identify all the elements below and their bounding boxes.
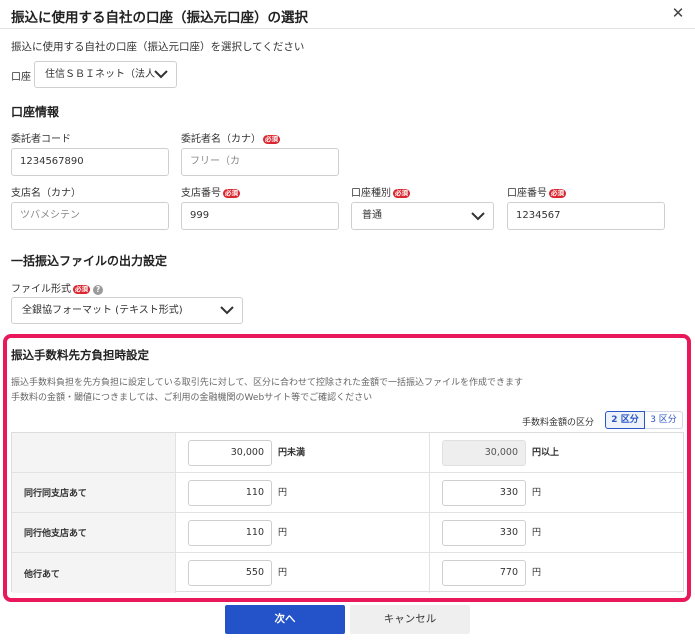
branch-number-label: 支店番号 必須 — [181, 184, 240, 199]
column-divider — [429, 433, 430, 472]
required-badge: 必須 — [549, 189, 566, 198]
consignor-name-field[interactable]: フリー（カ — [181, 148, 339, 176]
chevron-down-icon — [471, 212, 485, 221]
threshold-lower-input[interactable]: 30,000 — [188, 440, 272, 466]
column-divider — [429, 473, 430, 512]
fee-above-input[interactable]: 330 — [442, 480, 526, 506]
account-type-label: 口座種別 必須 — [351, 184, 410, 199]
column-divider — [429, 553, 430, 593]
required-badge: 必須 — [223, 189, 240, 198]
branch-number-field[interactable]: 999 — [181, 202, 339, 230]
account-number-label-text: 口座番号 — [507, 188, 547, 199]
segment-2-button[interactable]: 2 区分 — [605, 411, 645, 429]
account-number-field[interactable]: 1234567 — [507, 202, 665, 230]
consignor-name-label: 委託者名（カナ） 必須 — [181, 130, 280, 145]
help-icon[interactable]: ? — [93, 285, 103, 295]
yen-unit: 円 — [532, 488, 542, 498]
required-badge: 必須 — [393, 189, 410, 198]
chevron-down-icon — [154, 70, 168, 79]
file-format-label-text: ファイル形式 — [11, 284, 71, 295]
threshold-upper-unit: 円以上 — [532, 448, 560, 458]
fee-settings-description-1: 振込手数料負担を先方負担に設定している取引先に対して、区分に合わせて控除された金… — [11, 378, 524, 388]
yen-unit: 円 — [532, 568, 542, 578]
required-badge: 必須 — [263, 135, 280, 144]
account-type-select[interactable]: 普通 — [351, 202, 494, 230]
threshold-row: 30,000 円未満 30,000 円以上 — [12, 433, 683, 473]
branch-name-label: 支店名（カナ） — [11, 188, 81, 199]
account-label: 口座 — [11, 72, 31, 83]
yen-unit: 円 — [532, 528, 542, 538]
consignor-code-field[interactable]: 1234567890 — [11, 148, 169, 176]
consignor-code-label: 委託者コード — [11, 134, 71, 145]
fee-below-input[interactable]: 110 — [188, 520, 272, 546]
account-select-value: 住信ＳＢＩネット（法人 — [45, 69, 155, 80]
fee-below-input[interactable]: 550 — [188, 560, 272, 586]
file-format-value: 全銀協フォーマット (テキスト形式) — [22, 305, 183, 316]
consignor-name-label-text: 委託者名（カナ） — [181, 134, 261, 145]
segment-label: 手数料金額の区分 — [522, 418, 595, 428]
row-label: 同行同支店あて — [12, 473, 176, 512]
column-divider — [429, 513, 430, 552]
file-format-select[interactable]: 全銀協フォーマット (テキスト形式) — [11, 297, 243, 324]
close-icon[interactable]: ✕ — [670, 5, 686, 21]
table-row: 他行あて 550 円 770 円 — [12, 553, 683, 593]
fee-below-input[interactable]: 110 — [188, 480, 272, 506]
threshold-upper-input: 30,000 — [442, 440, 526, 466]
threshold-lower-unit: 円未満 — [278, 448, 306, 458]
threshold-row-head — [12, 433, 176, 472]
required-badge: 必須 — [73, 285, 90, 294]
dialog-title: 振込に使用する自社の口座（振込元口座）の選択 — [11, 10, 308, 26]
yen-unit: 円 — [278, 488, 288, 498]
branch-number-label-text: 支店番号 — [181, 188, 221, 199]
account-select[interactable]: 住信ＳＢＩネット（法人 — [34, 61, 177, 88]
row-label: 同行他支店あて — [12, 513, 176, 552]
account-type-label-text: 口座種別 — [351, 188, 391, 199]
branch-name-field[interactable]: ツバメシテン — [11, 202, 169, 230]
cancel-button[interactable]: キャンセル — [350, 605, 470, 634]
dialog-header: 振込に使用する自社の口座（振込元口座）の選択 ✕ — [0, 0, 695, 29]
yen-unit: 円 — [278, 528, 288, 538]
chevron-down-icon — [220, 306, 234, 315]
fee-above-input[interactable]: 770 — [442, 560, 526, 586]
file-format-label: ファイル形式 必須? — [11, 280, 103, 295]
fee-above-input[interactable]: 330 — [442, 520, 526, 546]
fee-settings-heading: 振込手数料先方負担時設定 — [11, 348, 149, 362]
account-number-label: 口座番号 必須 — [507, 184, 566, 199]
segment-3-button[interactable]: 3 区分 — [645, 411, 683, 429]
output-settings-heading: 一括振込ファイルの出力設定 — [11, 254, 168, 268]
account-type-value: 普通 — [362, 210, 382, 221]
table-row: 同行同支店あて 110 円 330 円 — [12, 473, 683, 513]
fee-table: 30,000 円未満 30,000 円以上 同行同支店あて 110 円 330 … — [11, 432, 684, 593]
next-button[interactable]: 次へ — [225, 605, 345, 634]
fee-settings-description-2: 手数料の金額・閾値につきましては、ご利用の金融機関のWebサイト等でご確認くださ… — [11, 393, 373, 403]
account-info-heading: 口座情報 — [11, 105, 60, 119]
table-row: 同行他支店あて 110 円 330 円 — [12, 513, 683, 553]
intro-text: 振込に使用する自社の口座（振込元口座）を選択してください — [11, 41, 305, 53]
row-label: 他行あて — [12, 553, 176, 593]
yen-unit: 円 — [278, 568, 288, 578]
